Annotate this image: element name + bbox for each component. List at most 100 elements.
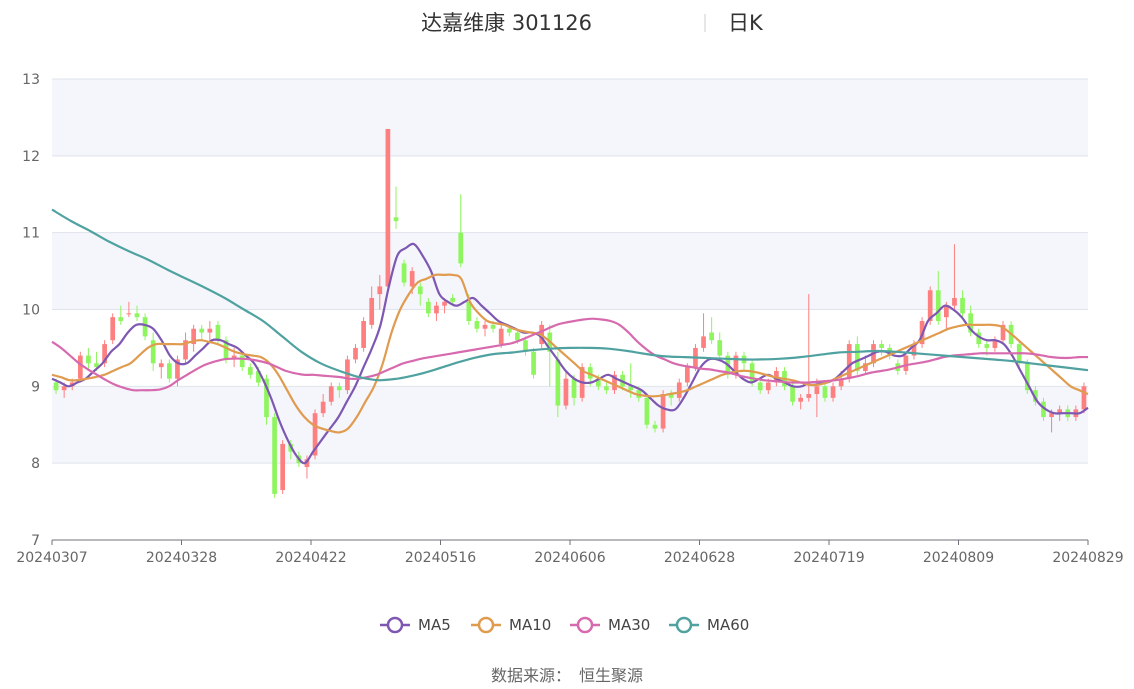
candle-body [320, 401, 326, 414]
candle-body [199, 328, 205, 333]
x-tick-label: 20240606 [534, 550, 605, 566]
candle-body [506, 328, 512, 333]
plot-band [52, 232, 1088, 310]
candle-body [336, 386, 342, 391]
candle-body [660, 394, 666, 429]
candle-body [604, 386, 609, 391]
candle-body [854, 344, 860, 371]
y-tick-label: 11 [22, 226, 40, 242]
legend[interactable]: MA5 MA10 MA30 MA60 [380, 616, 749, 634]
x-tick-label: 20240516 [405, 550, 476, 566]
legend-circle-icon [477, 616, 495, 634]
legend-item-ma60[interactable]: MA60 [669, 616, 749, 634]
candle-body [353, 347, 358, 360]
candle-body [652, 424, 658, 429]
candle-body [676, 382, 682, 398]
candle-body [361, 321, 366, 348]
candle-body [167, 363, 172, 379]
plot-band [52, 386, 1088, 464]
x-tick-label: 20240809 [923, 550, 994, 566]
candle-body [935, 290, 941, 322]
candle-body [401, 263, 407, 283]
candle-body [1081, 386, 1087, 410]
candle-body [490, 324, 496, 329]
candle-body [717, 340, 723, 356]
data-source-value: 恒生聚源 [579, 666, 644, 685]
x-tick-label: 20240328 [146, 550, 217, 566]
legend-circle-icon [386, 616, 404, 634]
candle-body [458, 232, 464, 264]
candle-body [426, 301, 431, 314]
candle-body [790, 386, 795, 402]
x-tick-label: 20240307 [16, 550, 87, 566]
candle-body [207, 328, 213, 333]
candle-body [61, 386, 67, 391]
candle-body [409, 271, 415, 287]
plot-band [52, 79, 1088, 156]
legend-item-ma10[interactable]: MA10 [471, 616, 551, 634]
legend-label: MA5 [418, 616, 451, 634]
candle-body [563, 378, 569, 406]
plot-bands [52, 79, 1088, 464]
candle-body [77, 355, 83, 379]
candle-body [474, 321, 480, 329]
y-tick-label: 10 [22, 303, 40, 319]
y-tick-label: 8 [31, 456, 40, 472]
candle-body [709, 332, 714, 341]
x-tick-label: 20240628 [664, 550, 735, 566]
chart-title-text: 达嘉维康 301126 [421, 11, 592, 35]
candle-body [434, 305, 439, 314]
candle-body [571, 378, 577, 398]
candle-body [385, 128, 391, 287]
x-tick-label: 20240829 [1052, 550, 1123, 566]
data-source: 数据来源： 恒生聚源 [0, 662, 1134, 686]
candle-body [806, 394, 812, 398]
data-source-label: 数据来源： [490, 666, 571, 685]
legend-item-ma5[interactable]: MA5 [380, 616, 451, 634]
candle-body [280, 443, 286, 491]
y-tick-label: 9 [31, 379, 40, 395]
candle-body [515, 332, 520, 341]
candle-body [442, 301, 447, 306]
candle-body [765, 382, 771, 391]
legend-label: MA30 [608, 616, 650, 634]
y-tick-label: 7 [31, 533, 40, 549]
candle-body [369, 297, 375, 325]
candle-body [644, 397, 650, 425]
chart-title: 达嘉维康 301126 日K [421, 11, 764, 35]
candle-body [952, 297, 957, 306]
candle-body [879, 344, 884, 348]
candle-body [531, 351, 536, 375]
candle-body [239, 355, 245, 368]
candlestick-chart: 达嘉维康 301126 日K 7 8 9 10 11 12 13 20240307 202403… [16, 11, 1123, 634]
chart-period-text: 日K [728, 11, 764, 35]
candle-body [814, 386, 820, 395]
x-tick-label: 20240719 [793, 550, 864, 566]
candle-body [86, 355, 91, 364]
legend-label: MA10 [509, 616, 551, 634]
candle-body [110, 317, 116, 341]
legend-item-ma30[interactable]: MA30 [570, 616, 650, 634]
x-tick-label: 20240422 [275, 550, 346, 566]
candle-body [158, 363, 164, 368]
legend-circle-icon [576, 616, 594, 634]
candle-body [701, 336, 706, 348]
y-tick-label: 13 [22, 72, 40, 88]
candle-body [482, 324, 488, 329]
candle-body [685, 367, 690, 383]
candle-body [498, 328, 504, 345]
y-tick-label: 12 [22, 149, 40, 165]
candle-body [903, 355, 909, 371]
candle-body [134, 313, 140, 318]
candle-body [328, 386, 334, 402]
candle-body [126, 313, 132, 315]
candle-body [960, 297, 965, 314]
candle-body [53, 382, 59, 391]
legend-circle-icon [675, 616, 693, 634]
candle-body [984, 344, 990, 348]
candle-body [272, 417, 277, 494]
candle-body [798, 397, 804, 402]
candle-body [830, 386, 836, 398]
candle-body [417, 286, 423, 295]
candle-body [118, 317, 124, 322]
